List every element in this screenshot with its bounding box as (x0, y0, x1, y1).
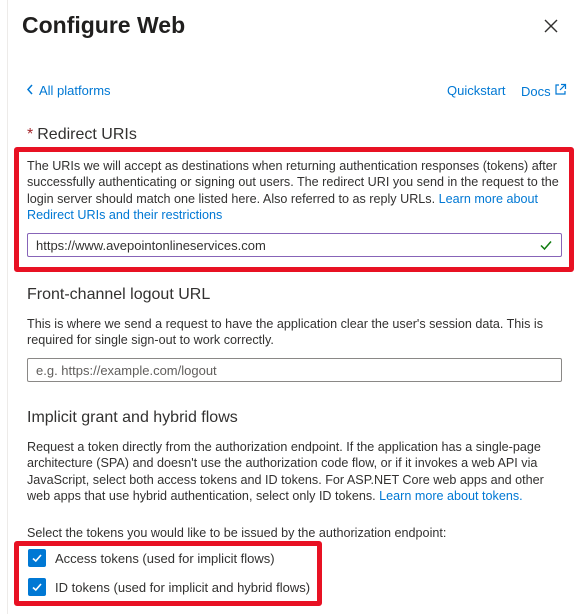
token-selection-prompt: Select the tokens you would like to be i… (27, 526, 447, 540)
checkmark-icon (539, 238, 553, 252)
redirect-uris-heading: * Redirect URIs (27, 126, 137, 144)
all-platforms-label: All platforms (39, 83, 111, 98)
access-tokens-label: Access tokens (used for implicit flows) (55, 550, 275, 566)
required-marker: * (27, 126, 34, 143)
checkbox-checked-icon (28, 549, 46, 567)
redirect-uris-description: The URIs we will accept as destinations … (27, 158, 567, 223)
panel-title: Configure Web (22, 12, 186, 38)
logout-url-heading: Front-channel logout URL (27, 286, 211, 303)
configure-web-panel: Configure Web All platforms Quickstart D… (0, 0, 586, 614)
external-link-icon (554, 83, 567, 99)
access-tokens-checkbox[interactable]: Access tokens (used for implicit flows) (28, 549, 275, 567)
redirect-uri-value: https://www.avepointonlineservices.com (36, 237, 266, 253)
close-icon[interactable] (540, 15, 562, 37)
logout-url-description: This is where we send a request to have … (27, 317, 543, 348)
id-tokens-checkbox[interactable]: ID tokens (used for implicit and hybrid … (28, 578, 310, 596)
id-tokens-label: ID tokens (used for implicit and hybrid … (55, 579, 311, 595)
chevron-left-icon (26, 83, 34, 98)
panel-border (7, 0, 8, 614)
checkbox-checked-icon (28, 578, 46, 596)
all-platforms-link[interactable]: All platforms (26, 83, 111, 98)
redirect-uri-input[interactable]: https://www.avepointonlineservices.com (27, 233, 562, 257)
quickstart-link[interactable]: Quickstart (447, 83, 506, 98)
docs-link[interactable]: Docs (521, 83, 567, 99)
docs-label: Docs (521, 83, 551, 99)
implicit-grant-heading: Implicit grant and hybrid flows (27, 409, 238, 426)
implicit-grant-description: Request a token directly from the author… (27, 439, 567, 504)
redirect-uris-heading-text: Redirect URIs (37, 126, 137, 143)
logout-url-input[interactable]: e.g. https://example.com/logout (27, 358, 562, 382)
learn-more-tokens-link[interactable]: Learn more about tokens. (379, 489, 523, 503)
logout-url-placeholder: e.g. https://example.com/logout (36, 362, 217, 378)
